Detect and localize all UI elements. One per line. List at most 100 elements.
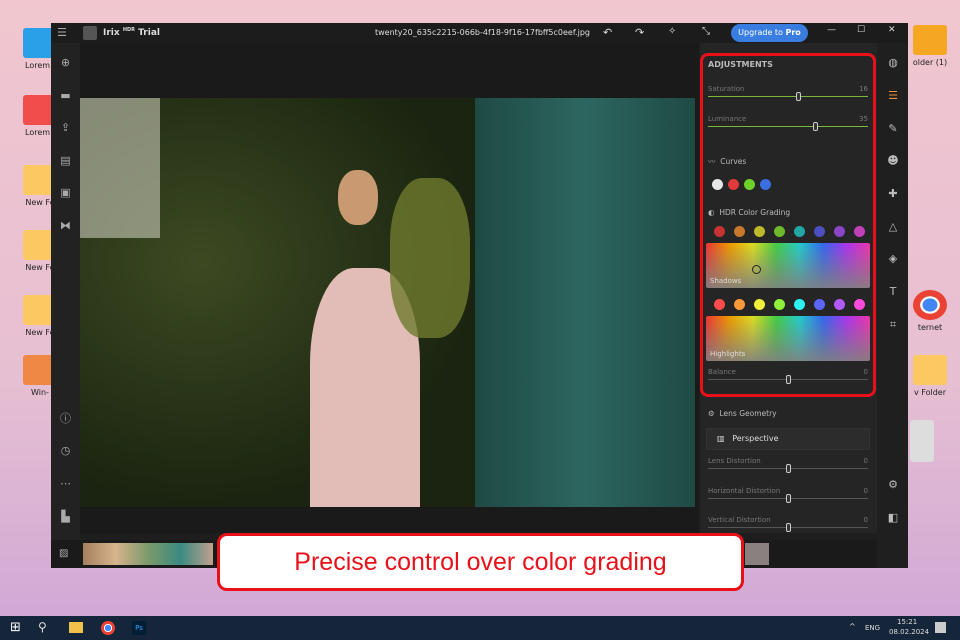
adjustments-panel: ADJUSTMENTS Saturation 16 Luminance 35 〰 C… [700, 43, 877, 533]
app-logo-icon [83, 26, 97, 40]
highlight-color-swatch[interactable] [834, 299, 845, 310]
shadow-color-swatch[interactable] [814, 226, 825, 237]
search-icon[interactable]: ⚲ [38, 620, 47, 634]
add-icon[interactable]: ⊕ [58, 57, 73, 69]
desktop-icon-folder[interactable]: v Folder [900, 355, 960, 397]
tray-chevron-icon[interactable]: ^ [849, 622, 856, 631]
compare-icon[interactable]: ◧ [886, 511, 900, 525]
highlight-color-swatch[interactable] [774, 299, 785, 310]
hdr-icon: ◐ [708, 208, 715, 217]
close-button[interactable]: ✕ [888, 25, 896, 35]
shadow-color-swatch[interactable] [854, 226, 865, 237]
window-icon[interactable]: ▣ [58, 187, 73, 199]
shadow-color-swatch[interactable] [714, 226, 725, 237]
shadow-color-swatch[interactable] [734, 226, 745, 237]
healing-icon[interactable]: ✚ [886, 187, 900, 201]
crop-icon[interactable]: ⌗ [886, 318, 900, 332]
highlight-color-swatch[interactable] [754, 299, 765, 310]
shadow-color-swatch[interactable] [794, 226, 805, 237]
triangle-icon[interactable]: △ [886, 220, 900, 234]
more-icon[interactable]: ⋯ [58, 478, 73, 490]
export-icon[interactable]: ⇪ [58, 122, 73, 134]
text-icon[interactable]: T [886, 285, 900, 299]
slider-knob[interactable] [785, 375, 791, 384]
app-title: Irix HDR Trial [103, 27, 160, 38]
right-toolbar: ◍ ☰ ✎ ☻ ✚ △ ◈ T ⌗ ⚙ ◧ [877, 43, 908, 568]
adjustments-icon[interactable]: ☰ [886, 89, 900, 103]
file-name: twenty20_635c2215-066b-4f18-9f16-17fbff5… [375, 28, 590, 37]
notifications-icon[interactable] [935, 622, 946, 633]
stamp-icon[interactable]: ▙ [58, 511, 73, 523]
perspective-icon: ▥ [717, 434, 725, 443]
shadow-color-swatch[interactable] [834, 226, 845, 237]
recycle-bin-icon[interactable] [910, 420, 934, 462]
panel-title: ADJUSTMENTS [708, 60, 773, 69]
language-indicator[interactable]: ENG [865, 624, 880, 632]
slider-knob[interactable] [796, 92, 802, 101]
shadows-color-wheel[interactable]: Shadows [706, 243, 870, 288]
magic-wand-icon[interactable]: ✧ [668, 26, 676, 37]
shadow-color-swatch[interactable] [754, 226, 765, 237]
curve-channel-dot[interactable] [760, 179, 771, 190]
slider-knob[interactable] [812, 122, 818, 131]
chrome-icon[interactable] [101, 621, 115, 635]
desktop-icon-binders[interactable]: older (1) [900, 25, 960, 67]
panorama-icon[interactable]: ⧓ [58, 220, 73, 232]
horizontal-distortion-slider[interactable]: Horizontal Distortion 0 [708, 487, 868, 503]
highlight-color-swatch[interactable] [814, 299, 825, 310]
redo-icon[interactable]: ↷ [635, 26, 644, 39]
vertical-distortion-slider[interactable]: Vertical Distortion 0 [708, 516, 868, 532]
curve-channel-dot[interactable] [712, 179, 723, 190]
thumbnail[interactable] [83, 543, 213, 565]
slider-knob[interactable] [785, 523, 791, 532]
lens-icon: ⚙ [708, 409, 715, 418]
history-icon[interactable]: ◷ [58, 445, 73, 457]
folder-icon[interactable]: ▬ [58, 90, 73, 102]
caption-banner: Precise control over color grading [217, 533, 744, 591]
presets-icon[interactable]: ◍ [886, 56, 900, 70]
menu-icon[interactable]: ☰ [57, 26, 67, 39]
image-canvas[interactable] [80, 43, 699, 533]
curves-icon: 〰 [708, 157, 716, 166]
highlight-color-swatch[interactable] [854, 299, 865, 310]
highlight-color-swatch[interactable] [734, 299, 745, 310]
collapse-icon[interactable]: ⤡ [702, 26, 710, 37]
windows-start-icon[interactable]: ⊞ [10, 620, 21, 635]
gallery-icon[interactable]: ▨ [59, 548, 68, 559]
highlight-color-swatch[interactable] [794, 299, 805, 310]
slider-knob[interactable] [785, 494, 791, 503]
shadow-color-swatch[interactable] [774, 226, 785, 237]
edited-photo [80, 98, 695, 507]
layers-icon[interactable]: ◈ [886, 252, 900, 266]
brush-icon[interactable]: ✎ [886, 122, 900, 136]
desktop-icon-chrome[interactable]: ternet [900, 290, 960, 332]
undo-icon[interactable]: ↶ [603, 26, 612, 39]
minimize-button[interactable]: — [827, 25, 836, 35]
batch-icon[interactable]: ▤ [58, 155, 73, 167]
title-bar: ☰ Irix HDR Trial twenty20_635c2215-066b-… [51, 23, 908, 43]
upgrade-button[interactable]: Upgrade to Pro [731, 24, 808, 42]
settings-icon[interactable]: ⚙ [886, 478, 900, 492]
slider-knob[interactable] [785, 464, 791, 473]
balance-slider[interactable]: Balance 0 [708, 368, 868, 384]
maximize-button[interactable]: ☐ [857, 25, 865, 35]
curve-channel-dot[interactable] [728, 179, 739, 190]
curves-section[interactable]: 〰 Curves [708, 156, 746, 167]
perspective-button[interactable]: ▥ Perspective [706, 428, 870, 450]
saturation-slider[interactable]: Saturation 16 [708, 85, 868, 101]
info-icon[interactable]: ⓘ [58, 413, 73, 425]
lens-geometry-section[interactable]: ⚙ Lens Geometry [708, 409, 777, 418]
curve-channel-dot[interactable] [744, 179, 755, 190]
clock-date[interactable]: 08.02.2024 [889, 628, 929, 636]
luminance-slider[interactable]: Luminance 35 [708, 115, 868, 131]
thumbnail[interactable] [745, 543, 769, 565]
app-window: ☰ Irix HDR Trial twenty20_635c2215-066b-… [51, 23, 908, 568]
highlights-color-wheel[interactable]: Highlights [706, 316, 870, 361]
face-icon[interactable]: ☻ [886, 154, 900, 168]
hdr-grading-section[interactable]: ◐ HDR Color Grading [708, 208, 790, 217]
clock-time[interactable]: 15:21 [897, 618, 917, 626]
photoshop-icon[interactable]: Ps [132, 621, 146, 635]
highlight-color-swatch[interactable] [714, 299, 725, 310]
file-explorer-icon[interactable] [69, 622, 83, 633]
lens-distortion-slider[interactable]: Lens Distortion 0 [708, 457, 868, 473]
